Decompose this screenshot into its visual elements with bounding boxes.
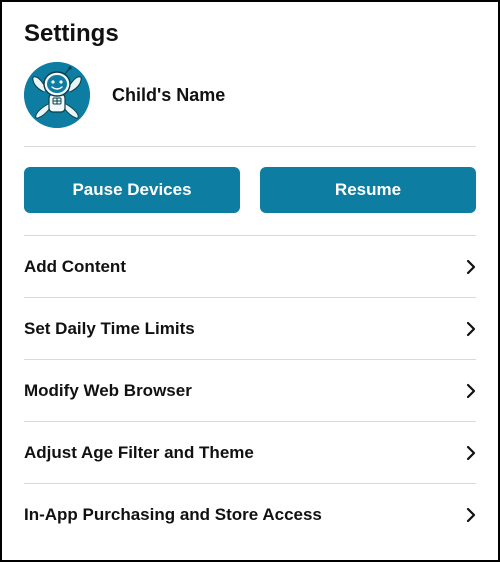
list-item-label: Modify Web Browser	[24, 381, 192, 401]
chevron-right-icon	[466, 259, 476, 275]
pause-devices-button[interactable]: Pause Devices	[24, 167, 240, 213]
list-item-time-limits[interactable]: Set Daily Time Limits	[24, 297, 476, 359]
page-title: Settings	[24, 20, 476, 48]
profile-name: Child's Name	[112, 85, 225, 106]
list-item-age-filter[interactable]: Adjust Age Filter and Theme	[24, 421, 476, 483]
list-item-label: Add Content	[24, 257, 126, 277]
list-item-add-content[interactable]: Add Content	[24, 235, 476, 297]
resume-button[interactable]: Resume	[260, 167, 476, 213]
list-item-label: Adjust Age Filter and Theme	[24, 443, 254, 463]
chevron-right-icon	[466, 321, 476, 337]
settings-panel: Settings	[0, 0, 500, 562]
astronaut-icon	[24, 62, 90, 128]
chevron-right-icon	[466, 445, 476, 461]
list-item-label: In-App Purchasing and Store Access	[24, 505, 322, 525]
list-item-label: Set Daily Time Limits	[24, 319, 195, 339]
list-item-purchasing[interactable]: In-App Purchasing and Store Access	[24, 483, 476, 545]
chevron-right-icon	[466, 507, 476, 523]
avatar	[24, 62, 90, 128]
profile-row: Child's Name	[24, 62, 476, 128]
button-row: Pause Devices Resume	[24, 147, 476, 235]
chevron-right-icon	[466, 383, 476, 399]
list-item-web-browser[interactable]: Modify Web Browser	[24, 359, 476, 421]
